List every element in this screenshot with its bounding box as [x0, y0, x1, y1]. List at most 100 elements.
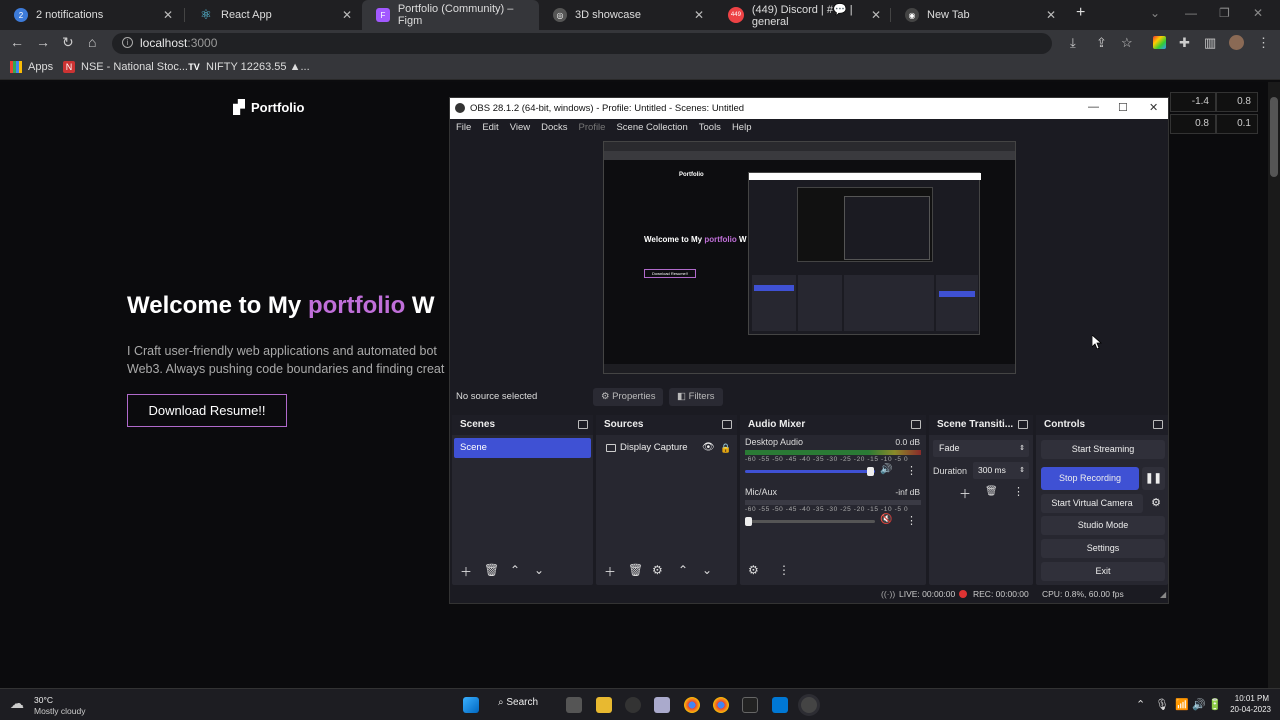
- weather-temp[interactable]: 30°C: [34, 695, 53, 705]
- reload-icon[interactable]: ↻: [62, 34, 74, 51]
- lock-icon[interactable]: 🔒: [720, 438, 731, 458]
- tab-react-app[interactable]: ⚛ React App ✕: [185, 0, 362, 30]
- source-item[interactable]: Display Capture 👁 🔒: [598, 438, 735, 458]
- download-resume-button[interactable]: Download Resume!!: [127, 394, 287, 427]
- menu-file[interactable]: File: [456, 122, 471, 133]
- menu-profile[interactable]: Profile: [579, 122, 606, 133]
- close-tab-icon[interactable]: ✕: [694, 8, 704, 22]
- menu-docks[interactable]: Docks: [541, 122, 567, 133]
- menu-view[interactable]: View: [510, 122, 530, 133]
- clock-date[interactable]: 20-04-2023: [1227, 705, 1271, 714]
- close-icon[interactable]: ✕: [1149, 101, 1158, 114]
- tab-3d-showcase[interactable]: ◎ 3D showcase ✕: [539, 0, 714, 30]
- scene-item[interactable]: Scene: [454, 438, 591, 458]
- desktop-volume-handle[interactable]: [867, 467, 874, 476]
- scrollbar-thumb[interactable]: [1270, 97, 1278, 177]
- gear-icon[interactable]: ⚙: [652, 563, 663, 577]
- app-icon[interactable]: [625, 697, 641, 713]
- tab-new-tab[interactable]: ◉ New Tab ✕: [891, 0, 1066, 30]
- chrome-icon[interactable]: [684, 697, 700, 713]
- volume-icon[interactable]: 🔊: [1192, 698, 1206, 711]
- minimize-icon[interactable]: —: [1185, 6, 1197, 20]
- forward-icon[interactable]: →: [36, 34, 50, 50]
- task-view-icon[interactable]: [566, 697, 582, 713]
- extension-colorful-icon[interactable]: [1153, 36, 1166, 49]
- exit-button[interactable]: Exit: [1041, 562, 1165, 581]
- bookmark-nse[interactable]: N NSE - National Stoc...: [63, 61, 188, 73]
- close-window-icon[interactable]: ✕: [1253, 6, 1263, 20]
- pause-icon[interactable]: ❚❚: [1142, 467, 1165, 490]
- gear-icon[interactable]: ⚙: [1147, 494, 1165, 513]
- undock-icon[interactable]: [578, 420, 588, 429]
- file-explorer-icon[interactable]: [596, 697, 612, 713]
- filters-button[interactable]: ◧ Filters: [669, 388, 723, 406]
- add-icon[interactable]: ＋: [460, 563, 472, 580]
- clock-time[interactable]: 10:01 PM: [1229, 694, 1269, 703]
- chevron-up-icon[interactable]: ⌃: [1136, 698, 1145, 711]
- trash-icon[interactable]: 🗑: [628, 563, 643, 577]
- home-icon[interactable]: ⌂: [88, 34, 96, 50]
- undock-icon[interactable]: [1153, 420, 1163, 429]
- download-icon[interactable]: ⤓: [1070, 35, 1076, 51]
- microphone-icon[interactable]: 🎙: [1155, 698, 1169, 711]
- menu-edit[interactable]: Edit: [482, 122, 498, 133]
- bookmark-nifty[interactable]: TV NIFTY 12263.55 ▲...: [188, 61, 309, 73]
- desktop-volume-slider[interactable]: [745, 470, 875, 473]
- side-panel-icon[interactable]: ▥: [1204, 35, 1216, 51]
- terminal-icon[interactable]: [742, 697, 758, 713]
- stop-recording-button[interactable]: Stop Recording: [1041, 467, 1139, 490]
- chevron-up-icon[interactable]: ⌃: [678, 563, 688, 577]
- add-icon[interactable]: ＋: [604, 563, 616, 580]
- bookmark-apps[interactable]: Apps: [10, 61, 53, 73]
- tab-discord[interactable]: 449 (449) Discord | #💬 | general ✕: [714, 0, 891, 30]
- bookmark-star-icon[interactable]: ☆: [1121, 35, 1133, 51]
- menu-scene-collection[interactable]: Scene Collection: [616, 122, 687, 133]
- trash-icon[interactable]: 🗑: [985, 486, 998, 497]
- menu-help[interactable]: Help: [732, 122, 752, 133]
- chevron-down-icon[interactable]: ⌄: [534, 563, 544, 577]
- duration-stepper[interactable]: 300 ms ⇕: [973, 462, 1029, 479]
- wifi-icon[interactable]: 📶: [1175, 698, 1189, 711]
- info-icon[interactable]: i: [122, 37, 133, 48]
- new-tab-icon[interactable]: +: [1076, 4, 1085, 22]
- chevron-down-icon[interactable]: ⌄: [702, 563, 712, 577]
- windows-start-icon[interactable]: [463, 697, 479, 713]
- photos-icon[interactable]: [654, 697, 670, 713]
- resize-grip-icon[interactable]: ◢: [1160, 590, 1166, 599]
- close-tab-icon[interactable]: ✕: [163, 8, 173, 22]
- share-icon[interactable]: ⇪: [1096, 35, 1107, 51]
- obs-taskbar-icon[interactable]: [801, 697, 817, 713]
- settings-button[interactable]: Settings: [1041, 539, 1165, 558]
- url-bar[interactable]: i localhost:3000: [112, 33, 1052, 54]
- kebab-menu-icon[interactable]: ⋮: [778, 563, 790, 577]
- start-virtual-camera-button[interactable]: Start Virtual Camera: [1041, 494, 1143, 513]
- tab-notifications[interactable]: 2 2 notifications ✕: [0, 0, 183, 30]
- kebab-menu-icon[interactable]: ⋮: [1013, 485, 1024, 498]
- kebab-menu-icon[interactable]: ⋮: [906, 514, 917, 527]
- obs-preview[interactable]: Portfolio Welcome to My portfolio W Down…: [603, 141, 1016, 374]
- chevron-up-icon[interactable]: ⌃: [510, 563, 520, 577]
- studio-mode-button[interactable]: Studio Mode: [1041, 516, 1165, 535]
- properties-button[interactable]: ⚙ Properties: [593, 388, 664, 406]
- weather-desc[interactable]: Mostly cloudy: [34, 706, 86, 716]
- extensions-puzzle-icon[interactable]: ✚: [1179, 35, 1190, 51]
- undock-icon[interactable]: [722, 420, 732, 429]
- undock-icon[interactable]: [911, 420, 921, 429]
- tab-figma[interactable]: F Portfolio (Community) – Figm: [362, 0, 539, 30]
- mic-volume-slider[interactable]: [745, 520, 875, 523]
- site-logo[interactable]: Portfolio: [233, 99, 304, 115]
- back-icon[interactable]: ←: [10, 34, 24, 50]
- transition-select[interactable]: Fade ⇕: [933, 440, 1029, 457]
- chrome-icon-2[interactable]: [713, 697, 729, 713]
- mic-volume-handle[interactable]: [745, 517, 752, 526]
- kebab-menu-icon[interactable]: ⋮: [1257, 35, 1270, 51]
- menu-tools[interactable]: Tools: [699, 122, 721, 133]
- close-tab-icon[interactable]: ✕: [1046, 8, 1056, 22]
- chevron-down-icon[interactable]: ⌄: [1150, 6, 1160, 20]
- vscode-icon[interactable]: [772, 697, 788, 713]
- mute-icon[interactable]: 🔇: [880, 514, 892, 525]
- close-tab-icon[interactable]: ✕: [871, 8, 881, 22]
- minimize-icon[interactable]: —: [1088, 101, 1099, 113]
- close-tab-icon[interactable]: ✕: [342, 8, 352, 22]
- speaker-icon[interactable]: 🔊: [880, 464, 892, 475]
